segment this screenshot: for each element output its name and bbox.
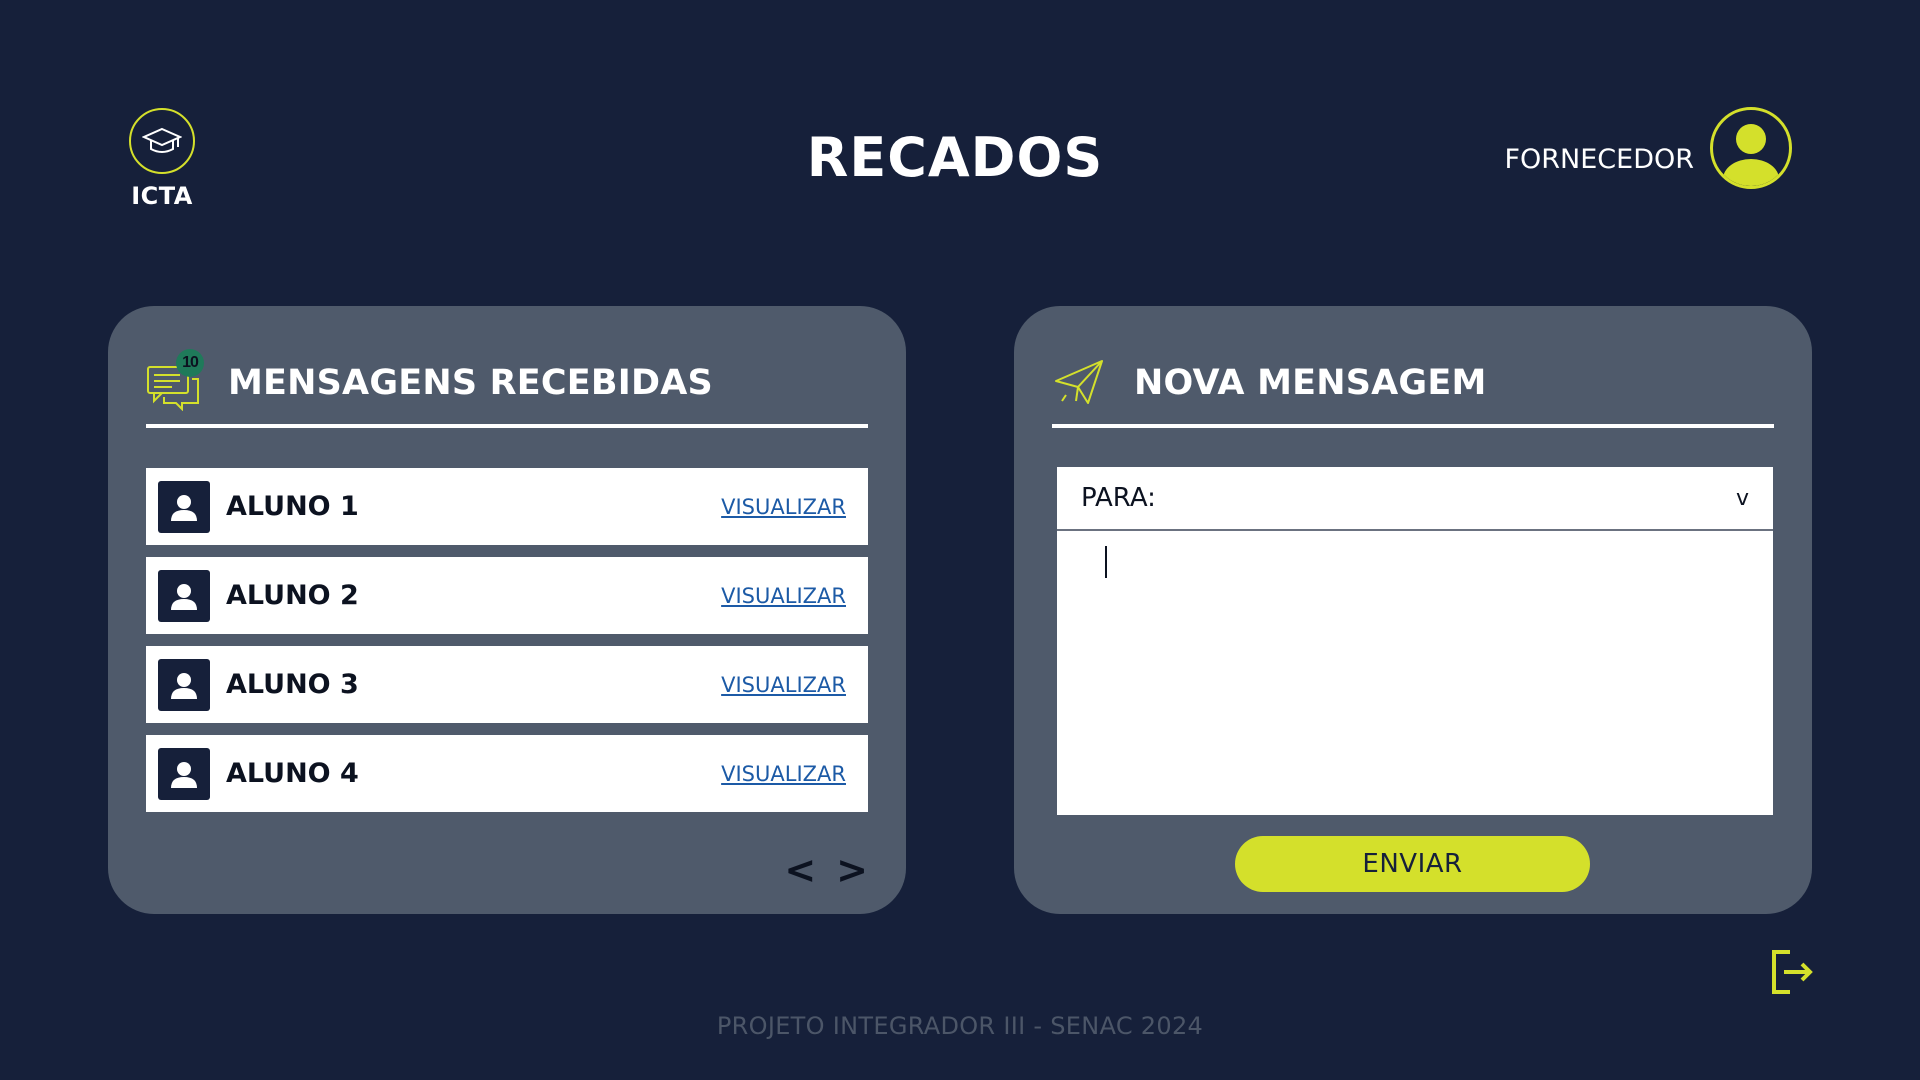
- unread-count-badge: 10: [176, 349, 204, 377]
- inbox-panel: 10 MENSAGENS RECEBIDAS ALUNO 1 VISUALIZA…: [108, 306, 906, 914]
- inbox-header: 10 MENSAGENS RECEBIDAS: [146, 342, 868, 428]
- send-button[interactable]: ENVIAR: [1235, 836, 1590, 892]
- chat-bubbles-icon: 10: [146, 349, 204, 412]
- sender-name: ALUNO 3: [226, 669, 359, 700]
- user-role-label: FORNECEDOR: [1504, 143, 1694, 175]
- sender-name: ALUNO 4: [226, 758, 359, 789]
- view-message-link[interactable]: VISUALIZAR: [721, 762, 846, 786]
- list-item: ALUNO 3 VISUALIZAR: [146, 646, 868, 723]
- person-icon: [158, 747, 210, 800]
- person-icon: [158, 658, 210, 711]
- logout-icon[interactable]: [1770, 948, 1814, 996]
- message-body-input[interactable]: [1057, 531, 1773, 815]
- person-icon: [158, 569, 210, 622]
- recipient-select[interactable]: PARA: v: [1057, 467, 1773, 531]
- view-message-link[interactable]: VISUALIZAR: [721, 495, 846, 519]
- text-cursor: [1105, 546, 1107, 578]
- message-list: ALUNO 1 VISUALIZAR ALUNO 2 VISUALIZAR AL…: [146, 468, 868, 824]
- compose-title: NOVA MENSAGEM: [1134, 363, 1487, 403]
- prev-page-button[interactable]: <: [784, 848, 816, 892]
- compose-panel: NOVA MENSAGEM PARA: v ENVIAR: [1014, 306, 1812, 914]
- chevron-down-icon[interactable]: v: [1736, 486, 1749, 511]
- pagination: < >: [784, 848, 868, 892]
- sender-name: ALUNO 2: [226, 580, 359, 611]
- list-item: ALUNO 2 VISUALIZAR: [146, 557, 868, 634]
- paper-plane-icon: [1052, 355, 1108, 411]
- recipient-label: PARA:: [1081, 483, 1156, 513]
- next-page-button[interactable]: >: [836, 848, 868, 892]
- view-message-link[interactable]: VISUALIZAR: [721, 584, 846, 608]
- inbox-title: MENSAGENS RECEBIDAS: [228, 363, 713, 403]
- user-menu[interactable]: FORNECEDOR: [1504, 107, 1792, 189]
- view-message-link[interactable]: VISUALIZAR: [721, 673, 846, 697]
- sender-name: ALUNO 1: [226, 491, 359, 522]
- list-item: ALUNO 4 VISUALIZAR: [146, 735, 868, 812]
- list-item: ALUNO 1 VISUALIZAR: [146, 468, 868, 545]
- compose-header: NOVA MENSAGEM: [1052, 342, 1774, 428]
- user-avatar-icon[interactable]: [1710, 107, 1792, 189]
- person-icon: [158, 480, 210, 533]
- footer-text: PROJETO INTEGRADOR III - SENAC 2024: [716, 1012, 1204, 1040]
